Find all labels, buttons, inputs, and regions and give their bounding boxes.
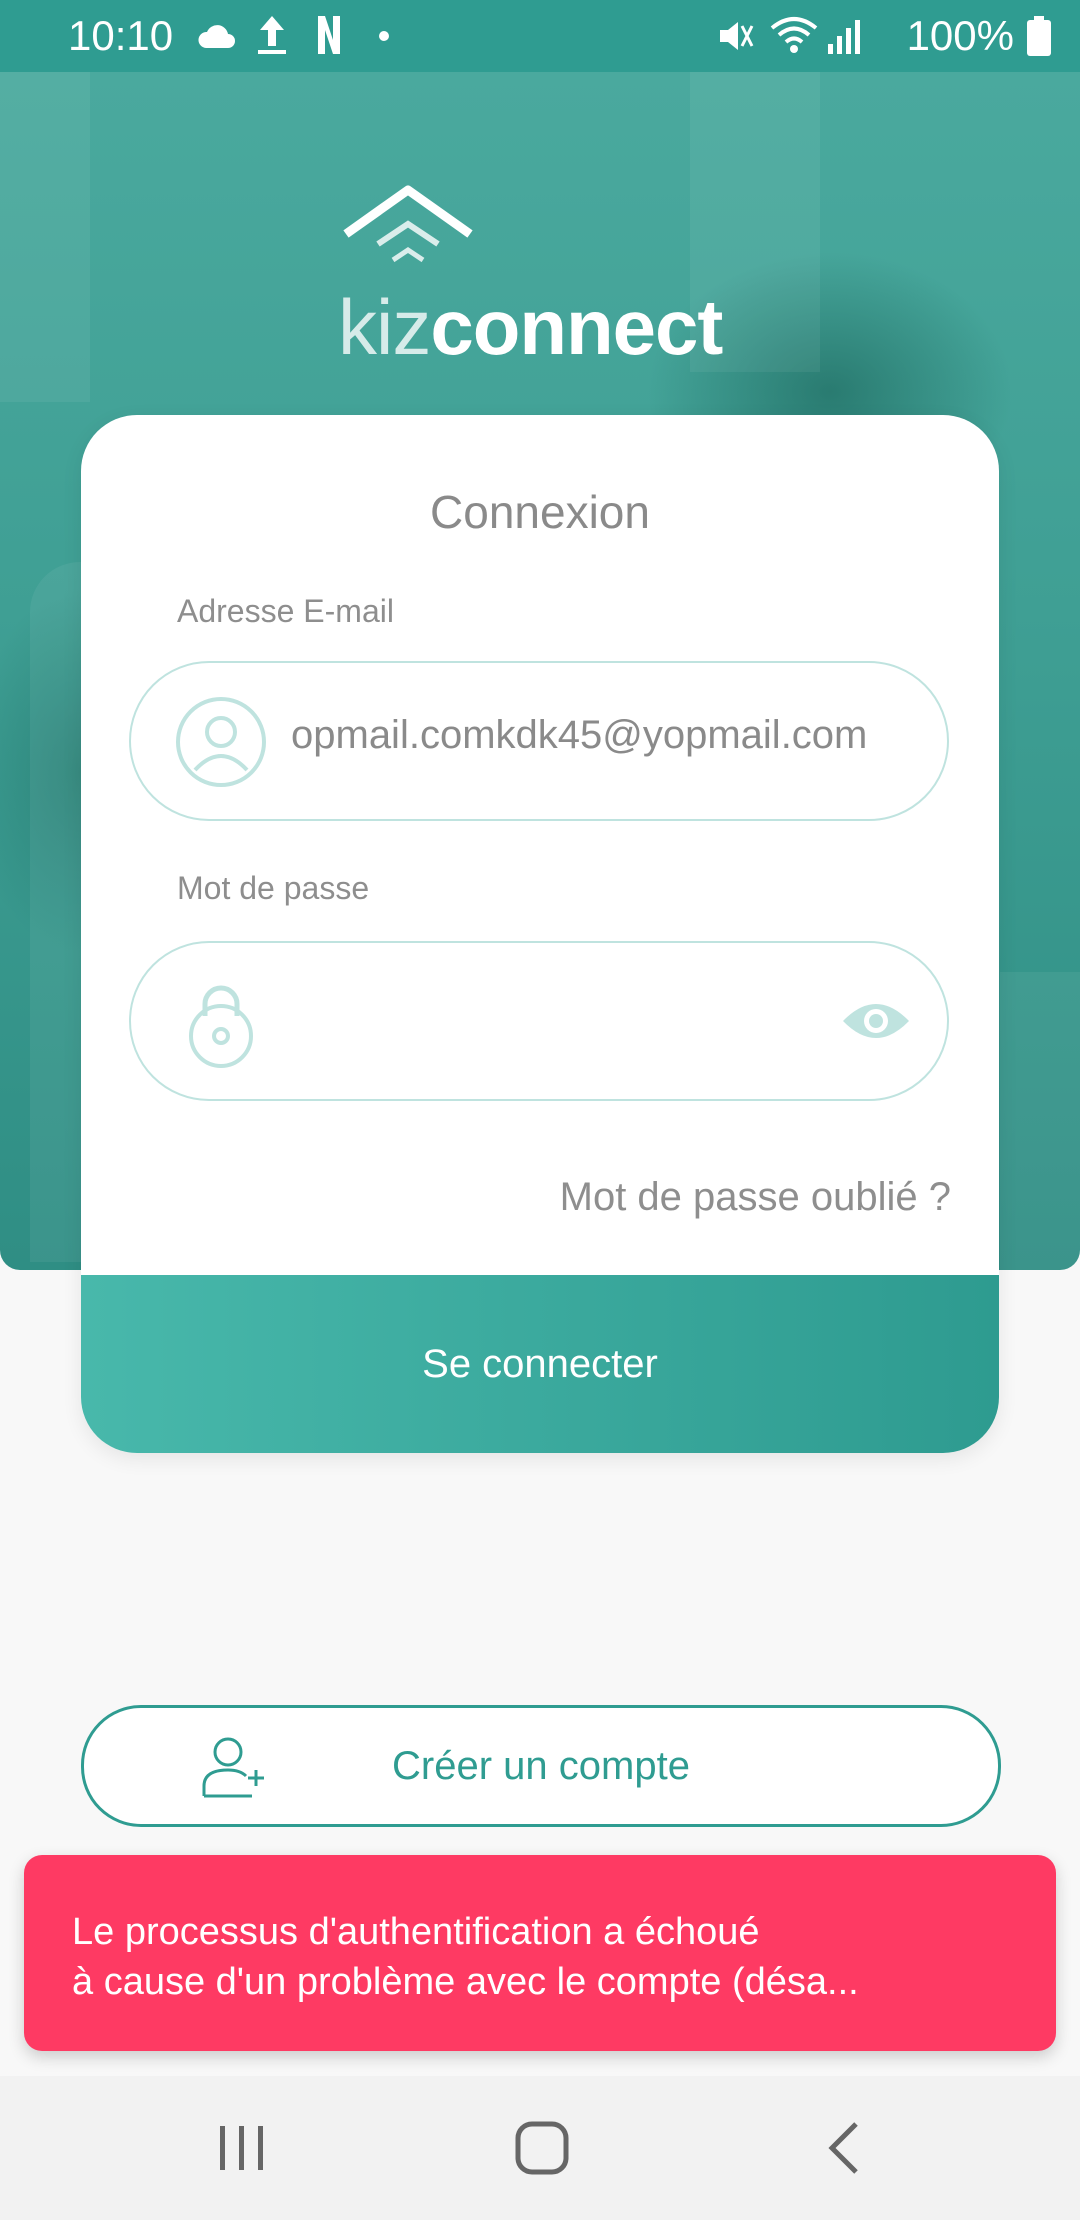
- back-icon[interactable]: [810, 2116, 882, 2180]
- login-card: Connexion Adresse E-mail opmail.comkdk45…: [81, 415, 999, 1453]
- mute-icon: [720, 22, 754, 50]
- password-field[interactable]: [129, 941, 949, 1101]
- status-time: 10:10: [68, 12, 174, 59]
- dot-icon: [379, 31, 389, 41]
- navigation-bar: [0, 2076, 1080, 2220]
- user-icon: [176, 697, 266, 787]
- logo-text-kiz: kiz: [338, 283, 431, 371]
- eye-icon[interactable]: [841, 993, 911, 1049]
- logo-text-connect: connect: [430, 283, 723, 371]
- battery-icon: [1027, 16, 1051, 56]
- lock-icon: [189, 985, 253, 1068]
- card-title: Connexion: [430, 486, 650, 538]
- kizconnect-logo: kizconnect: [338, 182, 748, 382]
- forgot-password-link[interactable]: Mot de passe oublié ?: [560, 1175, 951, 1220]
- house-roof-icon: [343, 185, 473, 263]
- password-label: Mot de passe: [177, 870, 370, 906]
- create-account-button[interactable]: Créer un compte: [81, 1705, 1001, 1827]
- background-shape: [1000, 972, 1080, 1270]
- battery-percent: 100%: [906, 12, 1014, 59]
- upload-icon: [258, 16, 286, 54]
- status-bar: 10:10 100%: [0, 0, 1080, 72]
- logo-text: kizconnect: [338, 282, 723, 373]
- netflix-icon: [318, 16, 340, 54]
- toast-line-1: Le processus d'authentification a échoué: [72, 1911, 760, 1953]
- toast-line-2: à cause d'un problème avec le compte (dé…: [72, 1961, 859, 2003]
- create-account-label: Créer un compte: [392, 1744, 690, 1788]
- error-toast: Le processus d'authentification a échoué…: [24, 1855, 1056, 2051]
- wifi-icon: [770, 17, 818, 53]
- background-shape: [0, 72, 90, 402]
- cloud-icon: [198, 25, 235, 48]
- login-button[interactable]: Se connecter: [81, 1275, 999, 1453]
- signal-icon: [828, 20, 860, 54]
- email-label: Adresse E-mail: [177, 593, 394, 629]
- home-icon[interactable]: [506, 2116, 578, 2180]
- recent-apps-icon[interactable]: [206, 2116, 278, 2180]
- email-value: opmail.comkdk45@yopmail.com: [291, 713, 868, 757]
- email-field[interactable]: opmail.comkdk45@yopmail.com: [129, 661, 949, 821]
